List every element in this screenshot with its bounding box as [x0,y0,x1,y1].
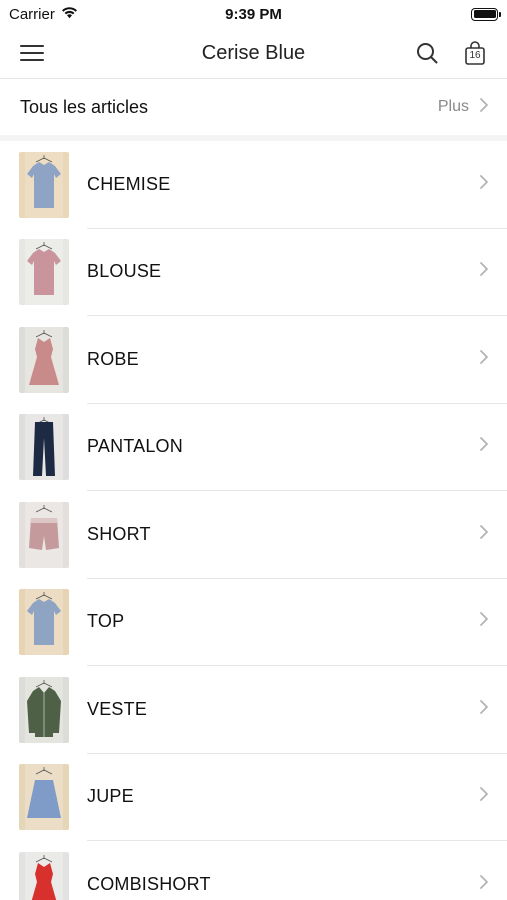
category-item[interactable]: JUPE [0,754,507,841]
category-thumbnail [19,851,69,900]
category-label: CHEMISE [87,173,171,194]
search-icon[interactable] [413,39,441,67]
chevron-right-icon [479,524,489,545]
navigation-bar: Cerise Blue 16 [0,28,507,79]
category-label: BLOUSE [87,261,162,282]
category-label: COMBISHORT [87,874,211,895]
chevron-right-icon [479,174,489,195]
category-label: PANTALON [87,436,183,457]
category-row-body: ROBE [87,316,507,404]
category-label: JUPE [87,786,134,807]
status-time: 9:39 PM [225,5,282,23]
category-item[interactable]: COMBISHORT [0,841,507,900]
category-item[interactable]: SHORT [0,491,507,579]
category-label: ROBE [87,348,139,369]
screen: Carrier 9:39 PM Cerise Blue 16 Tous les … [0,0,507,900]
more-label: Plus [437,98,469,115]
category-thumbnail [19,414,69,481]
carrier-label: Carrier [9,5,55,23]
category-row-body: SHORT [87,491,507,579]
section-title: Tous les articles [20,96,149,117]
category-thumbnail [19,764,69,831]
status-left: Carrier [9,6,78,23]
chevron-right-icon [479,97,489,118]
category-thumbnail [19,151,69,218]
category-thumbnail [19,326,69,393]
chevron-right-icon [479,611,489,632]
category-row-body: JUPE [87,754,507,841]
category-item[interactable]: PANTALON [0,404,507,491]
cart-count-badge: 16 [469,50,481,61]
category-row-body: BLOUSE [87,229,507,316]
chevron-right-icon [479,874,489,895]
category-row-body: PANTALON [87,404,507,491]
page-title: Cerise Blue [201,41,306,64]
more-link[interactable]: Plus [438,97,489,118]
shopping-bag-icon[interactable]: 16 [461,39,489,67]
category-row-body: TOP [87,579,507,666]
chevron-right-icon [479,699,489,720]
nav-actions: 16 [413,39,489,67]
category-thumbnail [19,239,69,306]
category-label: SHORT [87,523,151,544]
chevron-right-icon [479,786,489,807]
battery-level [473,10,496,18]
status-bar: Carrier 9:39 PM [0,0,507,28]
chevron-right-icon [479,436,489,457]
category-thumbnail [19,589,69,656]
category-thumbnail [19,676,69,743]
wifi-icon [61,6,78,23]
category-item[interactable]: BLOUSE [0,229,507,316]
category-item[interactable]: ROBE [0,316,507,404]
category-item[interactable]: VESTE [0,666,507,754]
category-row-body: CHEMISE [87,141,507,229]
hamburger-menu-icon[interactable] [18,39,46,67]
category-label: TOP [87,611,125,632]
category-item[interactable]: CHEMISE [0,141,507,229]
chevron-right-icon [479,349,489,370]
category-thumbnail [19,501,69,568]
category-list: CHEMISE BLOUSE ROBE PANTALON SHORT TOP VESTE JU… [0,141,507,900]
category-row-body: VESTE [87,666,507,754]
category-item[interactable]: TOP [0,579,507,666]
chevron-right-icon [479,261,489,282]
section-header: Tous les articles Plus [0,79,507,141]
category-row-body: COMBISHORT [87,841,507,900]
battery-icon [471,7,501,21]
category-label: VESTE [87,698,148,719]
